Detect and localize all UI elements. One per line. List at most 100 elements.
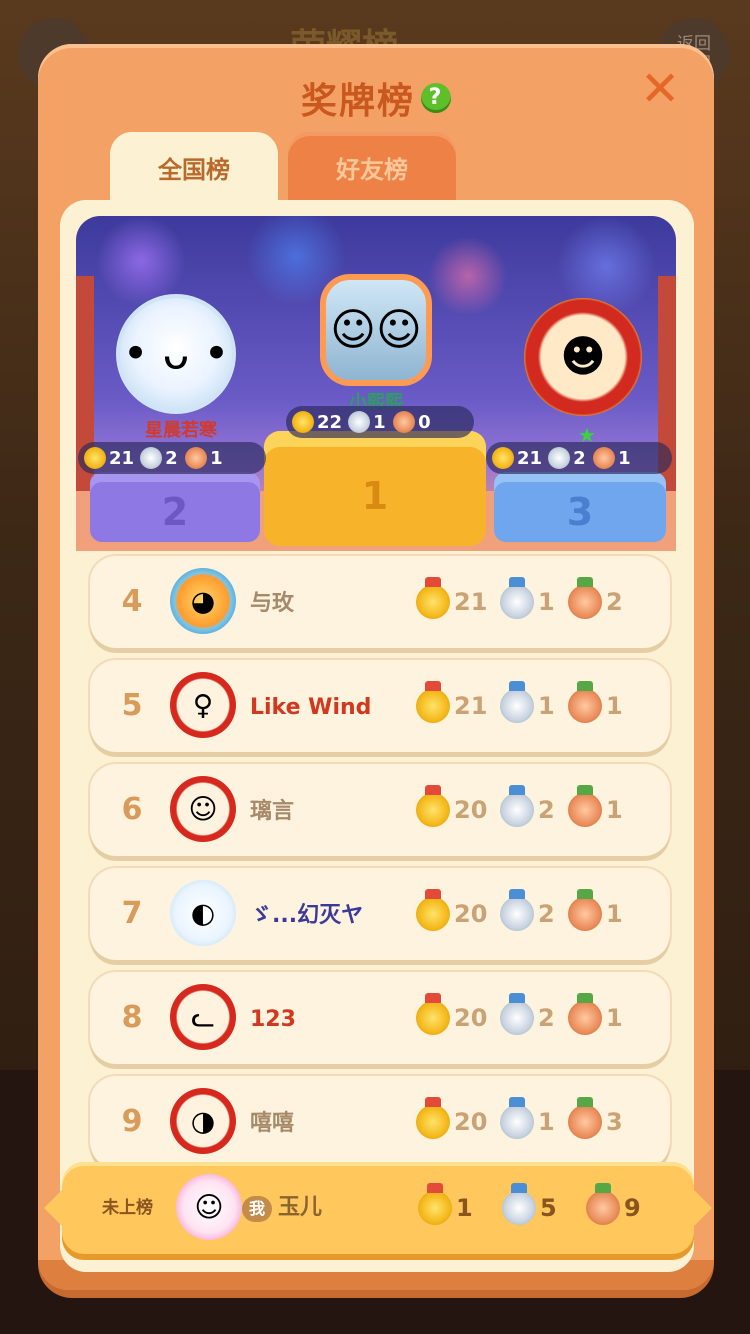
silver-medal-icon (500, 889, 534, 931)
bronze-count: 1 (606, 692, 623, 720)
bird-icon: ◑ (190, 1104, 216, 1138)
gold-medal-icon (416, 993, 450, 1035)
player-avatar[interactable]: ♀ (170, 672, 236, 738)
player-name: 123 (250, 1007, 296, 1032)
bronze-count: 2 (606, 588, 623, 616)
player-name: 与玫 (250, 591, 295, 616)
silver-medal-icon (500, 681, 534, 723)
podium-first: 1 (264, 431, 486, 546)
silver-count: 2 (165, 447, 178, 469)
silver-count: 5 (540, 1194, 557, 1222)
first-place-avatar[interactable]: ☺☺ (320, 274, 432, 386)
bronze-medal-icon (568, 785, 602, 827)
medal-counts: 20 1 3 (416, 1097, 666, 1142)
player-avatar[interactable]: ◕ (170, 568, 236, 634)
second-place-name: 星晨若寒 (145, 420, 217, 441)
silver-count: 1 (538, 692, 555, 720)
silver-medal-icon (500, 993, 534, 1035)
bronze-medal-icon (568, 889, 602, 931)
first-place-medals: 22 1 0 (286, 406, 474, 438)
bronze-medal-icon (568, 577, 602, 619)
medal-counts: 20 2 1 (416, 785, 666, 830)
podium-stage: 2 1 3 • ᴗ • ☺☺ ☻ 星晨若寒 小熙熙 ★ 21 2 1 22 1 … (76, 216, 676, 551)
portrait-icon: ☺ (188, 792, 218, 826)
silver-count: 2 (573, 447, 586, 469)
medal-counts: 21 1 2 (416, 577, 666, 622)
silver-count: 2 (538, 1004, 555, 1032)
medal-counts: 21 1 1 (416, 681, 666, 726)
bronze-count: 3 (606, 1108, 623, 1136)
player-name: 嘻嘻 (250, 1111, 295, 1136)
second-place-medals: 21 2 1 (78, 442, 266, 474)
close-icon[interactable]: ✕ (640, 65, 680, 113)
leaderboard-row[interactable]: 7 ◐ ゞ...幻灭ヤ 20 2 1 (90, 868, 670, 960)
my-medal-counts: 1 5 9 (418, 1183, 668, 1228)
bronze-count: 1 (606, 1004, 623, 1032)
silver-medal-icon (500, 785, 534, 827)
rank-number: 9 (121, 1104, 143, 1139)
my-avatar[interactable]: ☺ (176, 1174, 242, 1240)
rank-number: 4 (121, 584, 143, 619)
gold-medal-icon (416, 889, 450, 931)
medal-counts: 20 2 1 (416, 889, 666, 934)
gold-count: 20 (454, 1004, 488, 1032)
silver-medal-icon (348, 411, 371, 433)
player-avatar[interactable]: ◐ (170, 880, 236, 946)
gold-count: 21 (454, 692, 488, 720)
player-avatar[interactable]: ◑ (170, 1088, 236, 1154)
rank-number: 5 (121, 688, 143, 723)
family-photo-icon: ☺☺ (330, 304, 422, 356)
podium-second: 2 (90, 472, 260, 542)
player-avatar[interactable]: ᓚ (170, 984, 236, 1050)
gold-count: 21 (454, 588, 488, 616)
leaderboard-row[interactable]: 8 ᓚ 123 20 2 1 (90, 972, 670, 1064)
second-place-avatar[interactable]: • ᴗ • (116, 294, 236, 414)
gold-medal-icon (492, 447, 514, 469)
my-name: 玉儿 (278, 1195, 323, 1220)
gold-medal-icon (418, 1183, 452, 1225)
modal-title: 奖牌榜? (38, 72, 714, 124)
third-place-avatar[interactable]: ☻ (524, 298, 642, 416)
bronze-count: 1 (606, 900, 623, 928)
modal-title-text: 奖牌榜 (300, 81, 415, 122)
medal-leaderboard-modal: 奖牌榜? ✕ 全国榜 好友榜 2 1 3 • ᴗ • ☺☺ ☻ 星晨若寒 小熙熙… (38, 44, 714, 1290)
gold-count: 20 (454, 1108, 488, 1136)
bronze-count: 1 (606, 796, 623, 824)
bronze-medal-icon (568, 1097, 602, 1139)
tab-friends[interactable]: 好友榜 (288, 132, 456, 204)
gold-count: 21 (517, 447, 543, 469)
player-name: 璃言 (250, 799, 295, 824)
leaderboard-row[interactable]: 6 ☺ 璃言 20 2 1 (90, 764, 670, 856)
player-avatar[interactable]: ☺ (170, 776, 236, 842)
cartoon-face-icon: ☻ (560, 331, 606, 383)
bronze-count: 0 (418, 411, 431, 433)
silver-count: 1 (538, 1108, 555, 1136)
tab-national[interactable]: 全国榜 (110, 132, 278, 204)
silver-medal-icon (548, 447, 571, 469)
help-icon[interactable]: ? (421, 83, 451, 113)
gold-count: 20 (454, 796, 488, 824)
bronze-count: 1 (618, 447, 631, 469)
silver-medal-icon (500, 577, 534, 619)
gold-medal-icon (416, 577, 450, 619)
ghost-face-icon: • ᴗ • (122, 328, 230, 380)
bronze-medal-icon (393, 411, 416, 433)
unranked-label: 未上榜 (102, 1198, 153, 1218)
my-rank-row[interactable]: 未上榜 ☺ 我 玉儿 1 5 9 (44, 1162, 712, 1254)
orange-mascot-icon: ◕ (190, 584, 216, 618)
firework-decoration (428, 236, 508, 316)
leaderboard-row[interactable]: 5 ♀ Like Wind 21 1 1 (90, 660, 670, 752)
third-place-medals: 21 2 1 (486, 442, 672, 474)
leaderboard-row[interactable]: 4 ◕ 与玫 21 1 2 (90, 556, 670, 648)
bronze-medal-icon (185, 447, 208, 469)
leaderboard-row[interactable]: 9 ◑ 嘻嘻 20 1 3 (90, 1076, 670, 1168)
silver-count: 2 (538, 796, 555, 824)
silver-medal-icon (500, 1097, 534, 1139)
silver-count: 2 (538, 900, 555, 928)
gold-count: 21 (109, 447, 135, 469)
silver-count: 1 (538, 588, 555, 616)
rank-number: 8 (121, 1000, 143, 1035)
bronze-count: 9 (624, 1194, 641, 1222)
bronze-medal-icon (586, 1183, 620, 1225)
gold-medal-icon (84, 447, 106, 469)
